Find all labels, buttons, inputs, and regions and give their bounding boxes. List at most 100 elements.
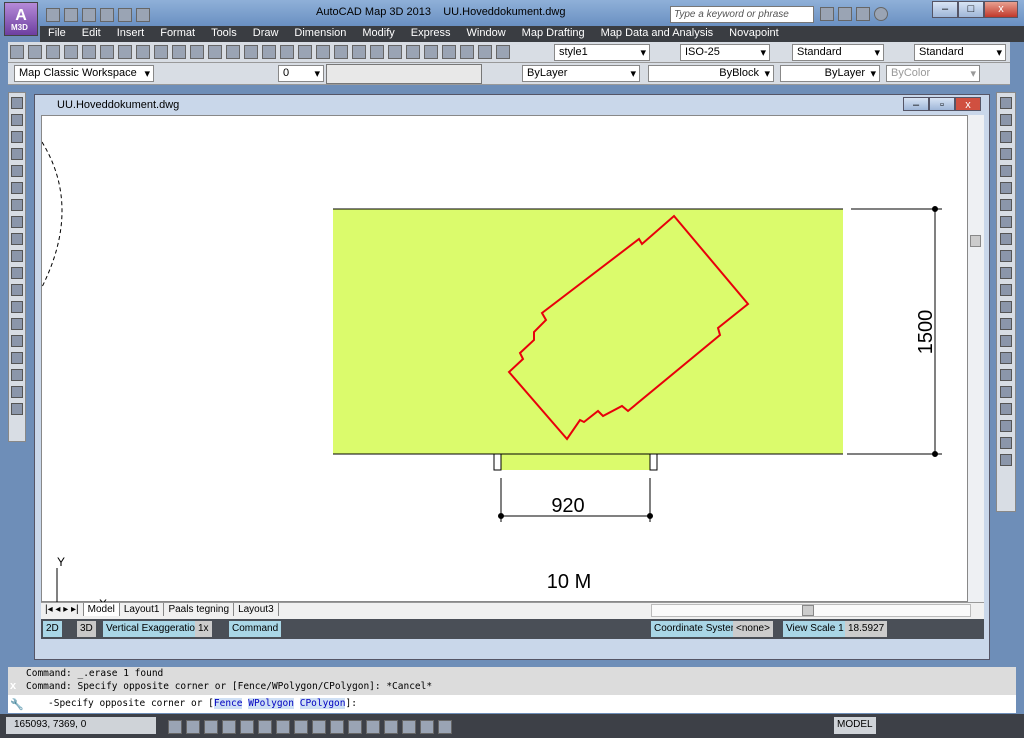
drafting-toggle-icon[interactable] xyxy=(240,720,254,734)
open-icon[interactable] xyxy=(64,8,78,22)
tool-icon[interactable] xyxy=(10,45,24,59)
color-dropdown[interactable]: ByLayer xyxy=(522,65,640,82)
text-style-dropdown[interactable]: style1 xyxy=(554,44,650,61)
coordinate-system-dropdown[interactable]: <none> xyxy=(733,621,773,637)
modify-tool-icon[interactable] xyxy=(1000,131,1012,143)
tool-icon[interactable] xyxy=(136,45,150,59)
command-input[interactable]: -Specify opposite corner or [Fence WPoly… xyxy=(8,695,1016,713)
doc-restore-button[interactable]: ▫ xyxy=(929,97,955,111)
modify-tool-icon[interactable] xyxy=(1000,148,1012,160)
tool-icon[interactable] xyxy=(172,45,186,59)
draw-tool-icon[interactable] xyxy=(11,148,23,160)
workspace-dropdown[interactable]: Map Classic Workspace xyxy=(14,65,154,82)
menu-draw[interactable]: Draw xyxy=(245,26,287,40)
draw-tool-icon[interactable] xyxy=(11,233,23,245)
menu-insert[interactable]: Insert xyxy=(109,26,153,40)
application-menu-button[interactable]: M3D A xyxy=(4,2,38,36)
modify-tool-icon[interactable] xyxy=(1000,301,1012,313)
plotstyle-dropdown[interactable]: ByColor xyxy=(886,65,980,82)
menu-map-drafting[interactable]: Map Drafting xyxy=(514,26,593,40)
tool-icon[interactable] xyxy=(460,45,474,59)
plot-icon[interactable] xyxy=(136,8,150,22)
maximize-button[interactable]: □ xyxy=(958,1,984,18)
drafting-toggle-icon[interactable] xyxy=(330,720,344,734)
customize-wrench-icon[interactable]: 🔧 xyxy=(10,698,24,711)
linetype-dropdown[interactable]: ByBlock xyxy=(648,65,774,82)
tool-icon[interactable] xyxy=(442,45,456,59)
menu-map-data-and-analysis[interactable]: Map Data and Analysis xyxy=(593,26,722,40)
tool-icon[interactable] xyxy=(208,45,222,59)
tool-icon[interactable] xyxy=(82,45,96,59)
tab-paals-tegning[interactable]: Paals tegning xyxy=(164,603,235,616)
option-cpolygon[interactable]: CPolygon xyxy=(299,698,346,709)
option-fence[interactable]: Fence xyxy=(213,698,243,709)
draw-tool-icon[interactable] xyxy=(11,386,23,398)
tool-icon[interactable] xyxy=(46,45,60,59)
modify-tool-icon[interactable] xyxy=(1000,437,1012,449)
tab-model[interactable]: Model xyxy=(83,603,120,616)
drafting-toggle-icon[interactable] xyxy=(186,720,200,734)
binoculars-icon[interactable] xyxy=(820,7,834,21)
draw-tool-icon[interactable] xyxy=(11,284,23,296)
modify-tool-icon[interactable] xyxy=(1000,199,1012,211)
drafting-toggle-icon[interactable] xyxy=(420,720,434,734)
modify-tool-icon[interactable] xyxy=(1000,386,1012,398)
undo-icon[interactable] xyxy=(100,8,114,22)
multileader-style-dropdown[interactable]: Standard xyxy=(914,44,1006,61)
modify-tool-icon[interactable] xyxy=(1000,420,1012,432)
tab-nav-buttons[interactable]: |◂ ◂ ▸ ▸| xyxy=(41,603,84,616)
tool-icon[interactable] xyxy=(100,45,114,59)
drafting-toggle-icon[interactable] xyxy=(222,720,236,734)
view-scale-dropdown[interactable]: 18.5927 xyxy=(845,621,888,637)
modify-tool-icon[interactable] xyxy=(1000,97,1012,109)
draw-tool-icon[interactable] xyxy=(11,403,23,415)
draw-tool-icon[interactable] xyxy=(11,352,23,364)
draw-tool-icon[interactable] xyxy=(11,335,23,347)
draw-tool-icon[interactable] xyxy=(11,250,23,262)
drafting-toggle-icon[interactable] xyxy=(312,720,326,734)
doc-minimize-button[interactable]: – xyxy=(903,97,929,111)
table-style-dropdown[interactable]: Standard xyxy=(792,44,884,61)
model-button[interactable]: MODEL xyxy=(834,717,876,734)
draw-tool-icon[interactable] xyxy=(11,318,23,330)
tool-icon[interactable] xyxy=(424,45,438,59)
new-icon[interactable] xyxy=(46,8,60,22)
menu-file[interactable]: File xyxy=(40,26,74,40)
drawing-canvas[interactable]: 1500 920 10 M Y X xyxy=(41,115,968,603)
tool-icon[interactable] xyxy=(118,45,132,59)
search-input[interactable]: Type a keyword or phrase xyxy=(670,6,814,23)
drafting-toggle-icon[interactable] xyxy=(168,720,182,734)
drafting-toggle-icon[interactable] xyxy=(294,720,308,734)
tool-icon[interactable] xyxy=(226,45,240,59)
save-icon[interactable] xyxy=(82,8,96,22)
draw-tool-icon[interactable] xyxy=(11,216,23,228)
menu-tools[interactable]: Tools xyxy=(203,26,245,40)
tool-icon[interactable] xyxy=(388,45,402,59)
tool-icon[interactable] xyxy=(316,45,330,59)
drafting-toggle-icon[interactable] xyxy=(438,720,452,734)
tool-icon[interactable] xyxy=(190,45,204,59)
menu-edit[interactable]: Edit xyxy=(74,26,109,40)
drafting-toggle-icon[interactable] xyxy=(204,720,218,734)
exchange-icon[interactable] xyxy=(838,7,852,21)
vertical-exaggeration-dropdown[interactable]: 1x xyxy=(195,621,212,637)
modify-tool-icon[interactable] xyxy=(1000,114,1012,126)
draw-tool-icon[interactable] xyxy=(11,267,23,279)
tool-icon[interactable] xyxy=(244,45,258,59)
close-command-icon[interactable]: x xyxy=(10,680,16,692)
2d-button[interactable]: 2D xyxy=(43,621,62,637)
modify-tool-icon[interactable] xyxy=(1000,250,1012,262)
lineweight-dropdown[interactable]: ByLayer xyxy=(780,65,880,82)
draw-tool-icon[interactable] xyxy=(11,114,23,126)
modify-tool-icon[interactable] xyxy=(1000,182,1012,194)
dim-style-dropdown[interactable]: ISO-25 xyxy=(680,44,770,61)
3d-button[interactable]: 3D xyxy=(77,621,96,637)
tab-layout3[interactable]: Layout3 xyxy=(234,603,279,616)
vertical-scrollbar[interactable] xyxy=(968,115,984,602)
draw-tool-icon[interactable] xyxy=(11,131,23,143)
modify-tool-icon[interactable] xyxy=(1000,335,1012,347)
tool-icon[interactable] xyxy=(478,45,492,59)
modify-tool-icon[interactable] xyxy=(1000,369,1012,381)
modify-tool-icon[interactable] xyxy=(1000,454,1012,466)
drafting-toggle-icon[interactable] xyxy=(276,720,290,734)
